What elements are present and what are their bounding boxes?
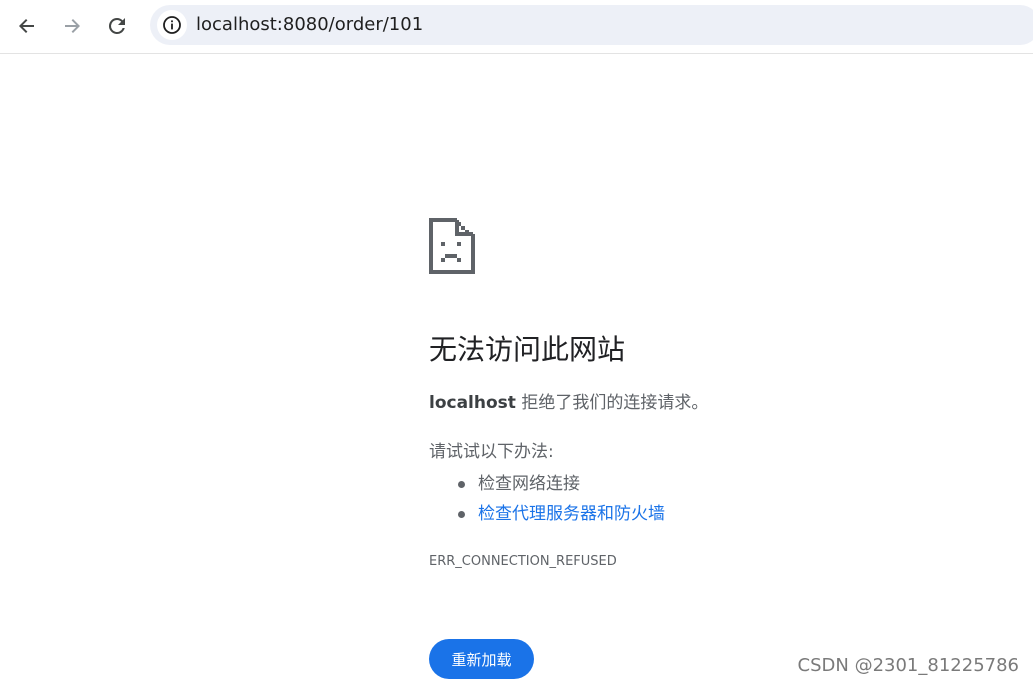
suggestions-list: 检查网络连接 检查代理服务器和防火墙	[429, 469, 665, 529]
back-button[interactable]	[9, 8, 45, 44]
suggestions-title: 请试试以下办法:	[429, 442, 554, 462]
arrow-right-icon	[65, 19, 80, 33]
error-headline: 无法访问此网站	[429, 333, 626, 366]
suggestion-item: 检查网络连接	[429, 469, 665, 499]
browser-toolbar: localhost:8080/order/101	[0, 0, 1033, 54]
error-description-text: 拒绝了我们的连接请求。	[515, 393, 709, 413]
reload-page-button[interactable]: 重新加载	[429, 639, 534, 679]
info-icon	[163, 16, 181, 34]
site-info-button[interactable]	[157, 10, 187, 40]
error-code: ERR_CONNECTION_REFUSED	[429, 554, 617, 569]
url-text[interactable]: localhost:8080/order/101	[196, 15, 423, 35]
forward-button[interactable]	[54, 8, 90, 44]
reload-icon	[108, 17, 125, 34]
suggestion-check-proxy-link[interactable]: 检查代理服务器和防火墙	[478, 504, 665, 524]
reload-button[interactable]	[99, 8, 135, 44]
arrow-left-icon	[19, 19, 34, 33]
suggestion-item: 检查代理服务器和防火墙	[429, 499, 665, 529]
error-host: localhost	[429, 393, 516, 413]
address-bar[interactable]: localhost:8080/order/101	[150, 5, 1033, 45]
suggestion-check-network: 检查网络连接	[478, 474, 580, 494]
sad-document-icon	[429, 218, 475, 274]
error-description: localhost 拒绝了我们的连接请求。	[429, 391, 708, 415]
watermark: CSDN @2301_81225786	[797, 655, 1019, 676]
